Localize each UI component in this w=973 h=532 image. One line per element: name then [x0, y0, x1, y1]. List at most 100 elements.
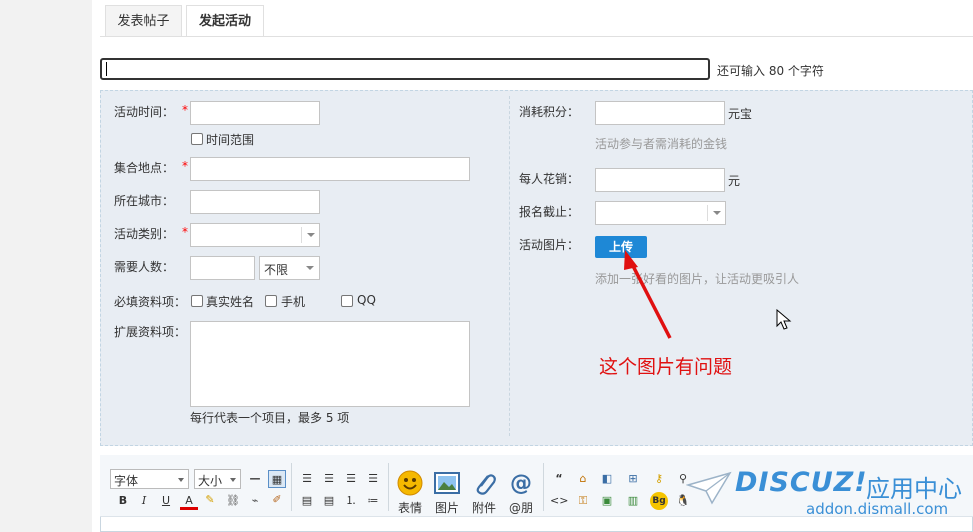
mobile-checkbox[interactable] — [265, 295, 277, 307]
tab-post[interactable]: 发表帖子 — [105, 5, 182, 37]
upload-button[interactable]: 上传 — [595, 236, 647, 258]
font-size-value: 大小 — [198, 474, 223, 488]
lock-icon[interactable]: ⚿ — [574, 492, 592, 510]
watermark-title: 应用中心 — [866, 475, 962, 503]
link-icon[interactable]: ⛓ — [224, 492, 242, 510]
cost-unit: 元 — [728, 174, 741, 188]
toolbar-separator — [543, 463, 544, 511]
emoji-button[interactable]: 表情 — [393, 470, 427, 516]
place-label: 集合地点： — [114, 161, 175, 175]
subject-char-hint: 还可输入 80 个字符 — [717, 64, 824, 78]
align-right-icon[interactable]: ☰ — [342, 470, 360, 488]
font-color-button[interactable]: A — [180, 492, 198, 510]
chevron-down-icon — [301, 227, 319, 243]
discuz-watermark: DISCUZ! 应用中心 addon.dismall.com — [686, 463, 973, 532]
subject-input[interactable] — [100, 58, 710, 80]
underline-button[interactable]: U — [157, 492, 175, 510]
people-label: 需要人数： — [114, 260, 175, 274]
highlight-icon[interactable]: ✎ — [201, 491, 219, 509]
align-left-icon[interactable]: ☰ — [298, 470, 316, 488]
unlink-icon[interactable]: ⌁ — [246, 492, 264, 510]
float-right-icon[interactable]: ▤ — [320, 492, 338, 510]
horizontal-rule-icon[interactable]: — — [246, 470, 264, 488]
smiley-icon — [397, 470, 423, 496]
font-size-select[interactable]: 大小 — [194, 469, 241, 489]
left-gutter — [0, 0, 92, 532]
chevron-down-icon — [301, 260, 319, 276]
category-select[interactable] — [190, 223, 320, 247]
points-label: 消耗积分： — [519, 105, 580, 119]
font-family-select[interactable]: 字体 — [110, 469, 189, 489]
extend-fields-textarea[interactable] — [190, 321, 470, 407]
quote-icon[interactable]: “ — [550, 470, 568, 488]
paperclip-icon — [476, 474, 496, 495]
city-input[interactable] — [190, 190, 320, 214]
free-content-icon[interactable]: ◧ — [598, 470, 616, 488]
code-icon[interactable]: <> — [550, 492, 568, 510]
tab-activity[interactable]: 发起活动 — [186, 5, 264, 37]
emoji-label: 表情 — [397, 501, 422, 515]
qq-checkbox[interactable] — [341, 295, 353, 307]
font-family-value: 字体 — [114, 474, 139, 488]
people-limit-value: 不限 — [264, 263, 289, 277]
media-icon[interactable]: ▣ — [598, 492, 616, 510]
points-input[interactable] — [595, 101, 725, 125]
svg-text:@: @ — [510, 471, 532, 496]
points-unit: 元宝 — [728, 107, 753, 121]
annotation-text: 这个图片有问题 — [599, 356, 733, 378]
page-break-icon[interactable]: ⊞ — [624, 470, 642, 488]
align-center-icon[interactable]: ☰ — [320, 470, 338, 488]
extend-fields-hint: 每行代表一个项目，最多 5 项 — [190, 411, 350, 425]
image-button[interactable]: 图片 — [430, 470, 464, 516]
mention-button[interactable]: @ @朋 — [504, 470, 538, 516]
people-limit-select[interactable]: 不限 — [259, 256, 320, 280]
required-mark: * — [182, 159, 188, 173]
people-input[interactable] — [190, 256, 255, 280]
time-label: 活动时间： — [114, 105, 175, 119]
place-input[interactable] — [190, 157, 470, 181]
align-justify-icon[interactable]: ☰ — [364, 470, 382, 488]
hide-content-icon[interactable]: ⌂ — [574, 470, 592, 488]
watermark-url: addon.dismall.com — [806, 500, 949, 518]
mention-label: @朋 — [508, 501, 533, 515]
required-fields-label: 必填资料项： — [114, 295, 187, 309]
watermark-logo: DISCUZ! — [735, 467, 868, 498]
mobile-label: 手机 — [281, 295, 306, 309]
panel-divider — [509, 96, 510, 436]
extend-fields-label: 扩展资料项： — [114, 325, 187, 339]
unordered-list-icon[interactable]: ≔ — [364, 492, 382, 510]
mouse-cursor-icon — [776, 309, 792, 330]
deadline-select[interactable] — [595, 201, 726, 225]
password-icon[interactable]: ⚷ — [650, 470, 668, 488]
points-hint: 活动参与者需消耗的金钱 — [595, 137, 728, 151]
image-label: 图片 — [434, 501, 459, 515]
qq-label: QQ — [357, 293, 376, 307]
cost-input[interactable] — [595, 168, 725, 192]
time-input[interactable] — [190, 101, 320, 125]
chevron-down-icon — [178, 478, 184, 482]
time-range-label: 时间范围 — [206, 133, 255, 147]
image-icon — [434, 472, 460, 494]
clear-format-icon[interactable]: ✐ — [268, 491, 286, 509]
realname-label: 真实姓名 — [206, 295, 255, 309]
flash-icon[interactable]: ▥ — [624, 492, 642, 510]
background-music-icon[interactable]: Bg — [650, 492, 668, 510]
image-hint: 添加一张好看的图片，让活动更吸引人 — [595, 272, 800, 286]
toolbar-separator — [291, 463, 292, 511]
realname-checkbox[interactable] — [191, 295, 203, 307]
time-range-checkbox[interactable] — [191, 133, 203, 145]
required-mark: * — [182, 225, 188, 239]
attachment-label: 附件 — [471, 501, 496, 515]
paper-plane-icon — [686, 471, 732, 505]
tab-divider — [100, 36, 973, 37]
attachment-button[interactable]: 附件 — [467, 470, 501, 516]
italic-button[interactable]: I — [135, 492, 153, 510]
bold-button[interactable]: B — [114, 492, 132, 510]
table-icon[interactable]: ▦ — [268, 470, 286, 488]
chevron-down-icon — [707, 205, 725, 221]
text-caret — [106, 62, 107, 76]
image-label: 活动图片： — [519, 238, 580, 252]
cost-label: 每人花销： — [519, 172, 580, 186]
float-left-icon[interactable]: ▤ — [298, 492, 316, 510]
ordered-list-icon[interactable]: ⒈ — [342, 492, 360, 510]
